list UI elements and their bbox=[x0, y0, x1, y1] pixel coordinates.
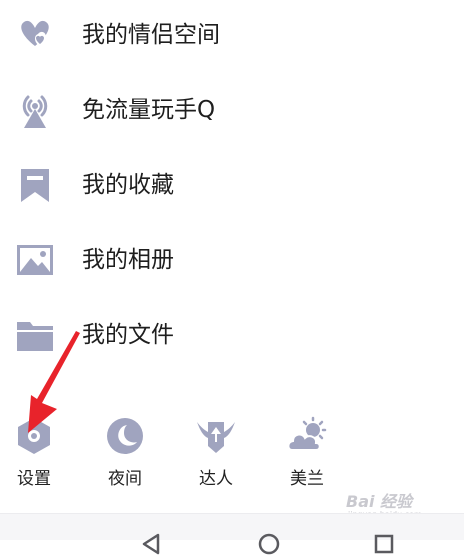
menu-item-free-data[interactable]: 免流量玩手Q bbox=[0, 79, 464, 139]
bookmark-icon bbox=[21, 169, 49, 202]
folder-icon bbox=[17, 322, 53, 351]
menu-item-couple-space[interactable]: 我的情侣空间 bbox=[0, 4, 464, 64]
winged-badge-icon bbox=[197, 422, 235, 453]
moon-icon bbox=[107, 418, 143, 454]
menu-item-label: 我的相册 bbox=[82, 247, 174, 273]
settings-label: 设置 bbox=[17, 469, 51, 489]
home-circle-icon[interactable] bbox=[257, 532, 281, 556]
expert-button[interactable]: 达人 bbox=[186, 408, 246, 498]
menu-item-files[interactable]: 我的文件 bbox=[0, 304, 464, 364]
weather-label: 美兰 bbox=[290, 469, 324, 489]
night-mode-label: 夜间 bbox=[108, 469, 142, 489]
signal-tower-icon bbox=[22, 95, 48, 128]
menu-item-label: 免流量玩手Q bbox=[82, 97, 216, 123]
menu-item-favorites[interactable]: 我的收藏 bbox=[0, 154, 464, 214]
image-icon bbox=[17, 245, 53, 275]
heart-bubble-icon bbox=[21, 20, 49, 47]
settings-hexagon-icon bbox=[18, 418, 50, 454]
expert-label: 达人 bbox=[199, 469, 233, 489]
weather-cloud-sun-icon bbox=[287, 416, 327, 451]
menu-item-label: 我的收藏 bbox=[82, 172, 174, 198]
weather-button[interactable]: 美兰 bbox=[277, 408, 337, 498]
night-mode-button[interactable]: 夜间 bbox=[95, 408, 155, 498]
menu-item-album[interactable]: 我的相册 bbox=[0, 229, 464, 289]
back-triangle-icon[interactable] bbox=[140, 532, 164, 556]
menu-item-label: 我的情侣空间 bbox=[82, 22, 220, 48]
system-navigation-bar bbox=[0, 513, 464, 555]
recent-square-icon[interactable] bbox=[372, 532, 396, 556]
menu-item-label: 我的文件 bbox=[82, 322, 174, 348]
settings-button[interactable]: 设置 bbox=[4, 408, 64, 498]
watermark-logo: Bai 经验 bbox=[346, 492, 413, 511]
quick-actions-bar: 设置 夜间 达人 美兰 bbox=[0, 408, 464, 498]
